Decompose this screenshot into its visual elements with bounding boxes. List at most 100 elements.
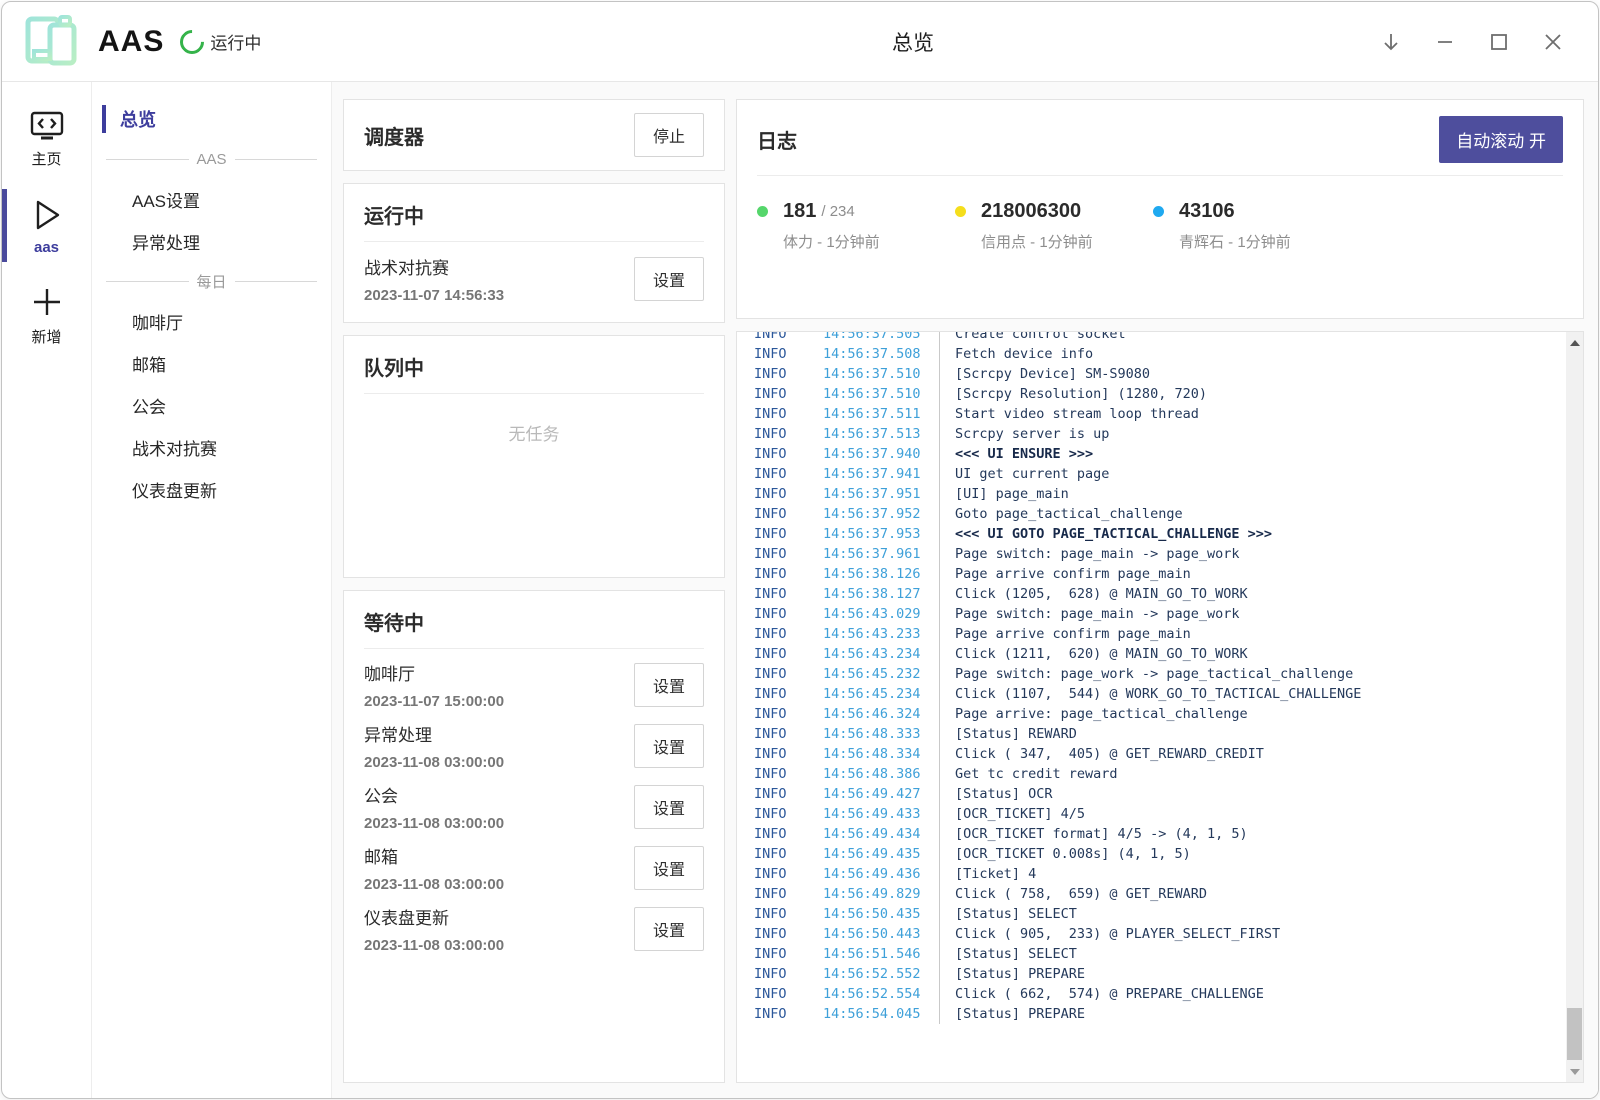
log-message: Click (1107, 544) @ WORK_GO_TO_TACTICAL_… [939, 684, 1583, 704]
rail-item-home[interactable]: 主页 [2, 100, 91, 177]
play-icon [30, 197, 64, 233]
settings-button[interactable]: 设置 [634, 785, 704, 829]
log-console[interactable]: INFO 14:56:37.505 Create control socket … [736, 331, 1584, 1083]
sidebar-item[interactable]: 仪表盘更新 [92, 468, 331, 510]
log-timestamp: 14:56:54.045 [823, 1004, 927, 1024]
log-timestamp: 14:56:48.333 [823, 724, 927, 744]
log-level: INFO [737, 424, 823, 444]
log-level: INFO [737, 724, 823, 744]
sidebar-item-label: 总览 [120, 106, 156, 132]
sidebar-item-label: 异常处理 [132, 229, 200, 254]
log-level: INFO [737, 331, 823, 344]
stop-button[interactable]: 停止 [634, 113, 704, 157]
settings-button[interactable]: 设置 [634, 907, 704, 951]
log-message: UI get current page [939, 464, 1583, 484]
sidebar-item-label: 战术对抗赛 [132, 435, 217, 460]
download-button[interactable] [1364, 15, 1418, 69]
rail-item-label: aas [34, 239, 59, 256]
scroll-thumb[interactable] [1567, 1008, 1582, 1060]
maximize-icon [1488, 31, 1510, 53]
log-message: [Ticket] 4 [939, 864, 1583, 884]
rail-item-label: 主页 [31, 148, 61, 169]
settings-button[interactable]: 设置 [634, 257, 704, 301]
app-title: AAS [98, 25, 164, 59]
sidebar-item[interactable]: 公会 [92, 384, 331, 426]
sidebar-item[interactable]: 咖啡厅 [92, 300, 331, 342]
log-message: Page switch: page_work -> page_tactical_… [939, 664, 1583, 684]
log-row: INFO 14:56:37.510 [Scrcpy Device] SM-S90… [737, 364, 1583, 384]
settings-button[interactable]: 设置 [634, 846, 704, 890]
sidebar-section-divider: 每日 [92, 262, 331, 300]
stat-dot-icon [955, 206, 966, 217]
log-timestamp: 14:56:38.127 [823, 584, 927, 604]
waiting-task-time: 2023-11-08 03:00:00 [364, 937, 504, 954]
log-level: INFO [737, 364, 823, 384]
sidebar-item[interactable]: 异常处理 [92, 220, 331, 262]
waiting-task-time: 2023-11-08 03:00:00 [364, 815, 504, 832]
log-timestamp: 14:56:45.232 [823, 664, 927, 684]
waiting-panel: 等待中 咖啡厅 2023-11-07 15:00:00 设置 [343, 590, 725, 1083]
log-level: INFO [737, 964, 823, 984]
log-row: INFO 14:56:37.940 <<< UI ENSURE >>> [737, 444, 1583, 464]
log-level: INFO [737, 544, 823, 564]
settings-button[interactable]: 设置 [634, 724, 704, 768]
sidebar-item[interactable]: AAS设置 [92, 178, 331, 220]
log-timestamp: 14:56:37.511 [823, 404, 927, 424]
log-timestamp: 14:56:37.952 [823, 504, 927, 524]
rail-item-add[interactable]: 新增 [2, 274, 91, 355]
maximize-button[interactable] [1472, 15, 1526, 69]
scroll-down-button[interactable] [1566, 1063, 1583, 1080]
log-level: INFO [737, 484, 823, 504]
log-message: Page switch: page_main -> page_work [939, 604, 1583, 624]
close-button[interactable] [1526, 15, 1580, 69]
autoscroll-toggle-button[interactable]: 自动滚动 开 [1439, 116, 1563, 163]
log-level: INFO [737, 524, 823, 544]
sidebar-item[interactable]: 战术对抗赛 [92, 426, 331, 468]
log-message: [Scrcpy Resolution] (1280, 720) [939, 384, 1583, 404]
log-row: INFO 14:56:49.436 [Ticket] 4 [737, 864, 1583, 884]
waiting-title: 等待中 [364, 607, 704, 636]
log-row: INFO 14:56:52.554 Click ( 662, 574) @ PR… [737, 984, 1583, 1004]
log-row: INFO 14:56:37.951 [UI] page_main [737, 484, 1583, 504]
log-row: INFO 14:56:51.546 [Status] SELECT [737, 944, 1583, 964]
log-lines: INFO 14:56:37.505 Create control socket … [737, 331, 1583, 1024]
queue-title: 队列中 [364, 352, 704, 381]
minimize-button[interactable] [1418, 15, 1472, 69]
log-message: Click ( 905, 233) @ PLAYER_SELECT_FIRST [939, 924, 1583, 944]
log-message: <<< UI ENSURE >>> [939, 444, 1583, 464]
running-panel: 运行中 战术对抗赛 2023-11-07 14:56:33 设置 [343, 183, 725, 323]
log-row: INFO 14:56:37.508 Fetch device info [737, 344, 1583, 364]
home-code-monitor-icon [28, 110, 66, 142]
log-level: INFO [737, 744, 823, 764]
scroll-up-icon [1570, 340, 1580, 346]
log-message: Click ( 758, 659) @ GET_REWARD [939, 884, 1583, 904]
sidebar-item[interactable]: 邮箱 [92, 342, 331, 384]
log-timestamp: 14:56:37.508 [823, 344, 927, 364]
log-row: INFO 14:56:37.953 <<< UI GOTO PAGE_TACTI… [737, 524, 1583, 544]
log-scrollbar[interactable] [1566, 332, 1583, 1082]
plus-icon [29, 284, 65, 320]
log-level: INFO [737, 704, 823, 724]
sidebar-item-overview[interactable]: 总览 [92, 98, 331, 140]
waiting-task-time: 2023-11-08 03:00:00 [364, 754, 504, 771]
log-level: INFO [737, 864, 823, 884]
log-level: INFO [737, 464, 823, 484]
scroll-up-button[interactable] [1566, 334, 1583, 351]
log-timestamp: 14:56:49.436 [823, 864, 927, 884]
log-message: Page arrive confirm page_main [939, 564, 1583, 584]
sidebar-item-label: 公会 [132, 393, 166, 418]
log-row: INFO 14:56:50.435 [Status] SELECT [737, 904, 1583, 924]
log-level: INFO [737, 984, 823, 1004]
close-icon [1542, 31, 1564, 53]
log-level: INFO [737, 384, 823, 404]
settings-button[interactable]: 设置 [634, 663, 704, 707]
log-message: Click ( 662, 574) @ PREPARE_CHALLENGE [939, 984, 1583, 1004]
log-timestamp: 14:56:49.829 [823, 884, 927, 904]
log-timestamp: 14:56:50.435 [823, 904, 927, 924]
sidebar: 总览 AAS AAS设置异常处理 每日 咖啡厅邮箱公会战术对抗赛仪表盘更新 [92, 82, 332, 1098]
log-row: INFO 14:56:37.952 Goto page_tactical_cha… [737, 504, 1583, 524]
stat-value: 43106 [1179, 200, 1235, 223]
rail-item-aas[interactable]: aas [2, 187, 91, 264]
log-row: INFO 14:56:37.505 Create control socket [737, 331, 1583, 344]
log-level: INFO [737, 784, 823, 804]
